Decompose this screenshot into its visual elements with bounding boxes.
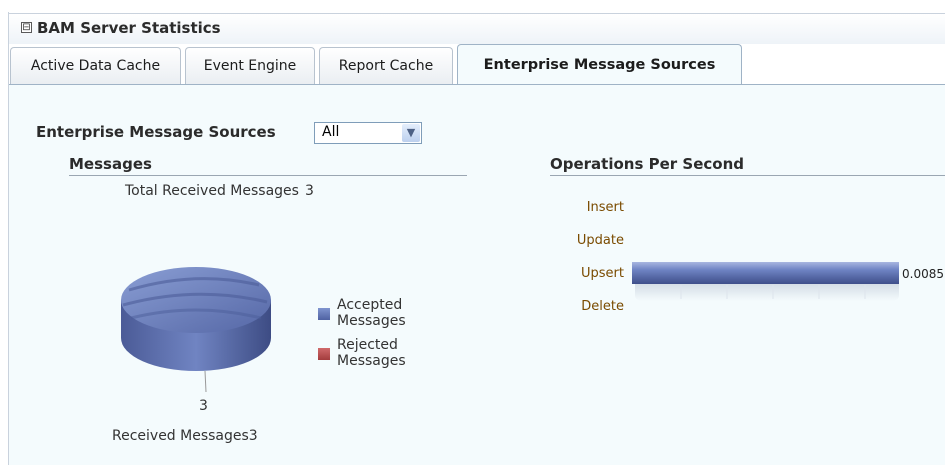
legend-swatch-accepted	[318, 308, 330, 320]
messages-title: Messages	[69, 155, 152, 173]
op-label-delete: Delete	[581, 299, 624, 314]
total-label: Total Received Messages	[125, 183, 299, 199]
op-label-upsert: Upsert	[581, 266, 624, 281]
panel-header: ⊟ BAM Server Statistics	[9, 13, 945, 44]
tab-event-engine[interactable]: Event Engine	[185, 47, 315, 84]
op-label-update: Update	[576, 233, 624, 248]
pie-leader-line	[204, 370, 207, 393]
tab-report-cache[interactable]: Report Cache	[319, 47, 453, 84]
chevron-down-icon[interactable]: ▼	[402, 124, 420, 142]
bar-value-upsert: 0.0085	[902, 267, 944, 281]
messages-divider	[69, 175, 467, 176]
tab-active-data-cache[interactable]: Active Data Cache	[10, 47, 181, 84]
pie-caption: Received Messages3	[112, 428, 258, 444]
legend-swatch-rejected	[318, 348, 330, 360]
legend-item-accepted: Accepted Messages	[337, 297, 406, 329]
message-source-select[interactable]: All ▼	[314, 122, 422, 144]
total-value: 3	[304, 183, 314, 199]
operations-axis-labels: Insert Update Upsert Delete	[539, 85, 624, 385]
operations-bar-chart	[632, 262, 899, 301]
total-received-messages: Total Received Messages 3	[125, 183, 314, 199]
panel-title: BAM Server Statistics	[37, 19, 221, 37]
collapse-icon[interactable]: ⊟	[21, 22, 32, 33]
filter-label: Enterprise Message Sources	[36, 123, 276, 141]
tab-bar: Active Data Cache Event Engine Report Ca…	[9, 44, 945, 86]
legend-item-rejected: Rejected Messages	[337, 337, 406, 369]
tab-enterprise-message-sources[interactable]: Enterprise Message Sources	[457, 44, 742, 86]
tab-content: Enterprise Message Sources All ▼ Message…	[9, 85, 945, 465]
select-value: All	[322, 124, 340, 140]
pie-value-label: 3	[199, 398, 208, 414]
bam-server-statistics-panel: ⊟ BAM Server Statistics Active Data Cach…	[0, 0, 945, 465]
bar-upsert[interactable]	[632, 262, 899, 284]
op-label-insert: Insert	[586, 200, 624, 215]
received-messages-pie[interactable]	[109, 260, 289, 420]
